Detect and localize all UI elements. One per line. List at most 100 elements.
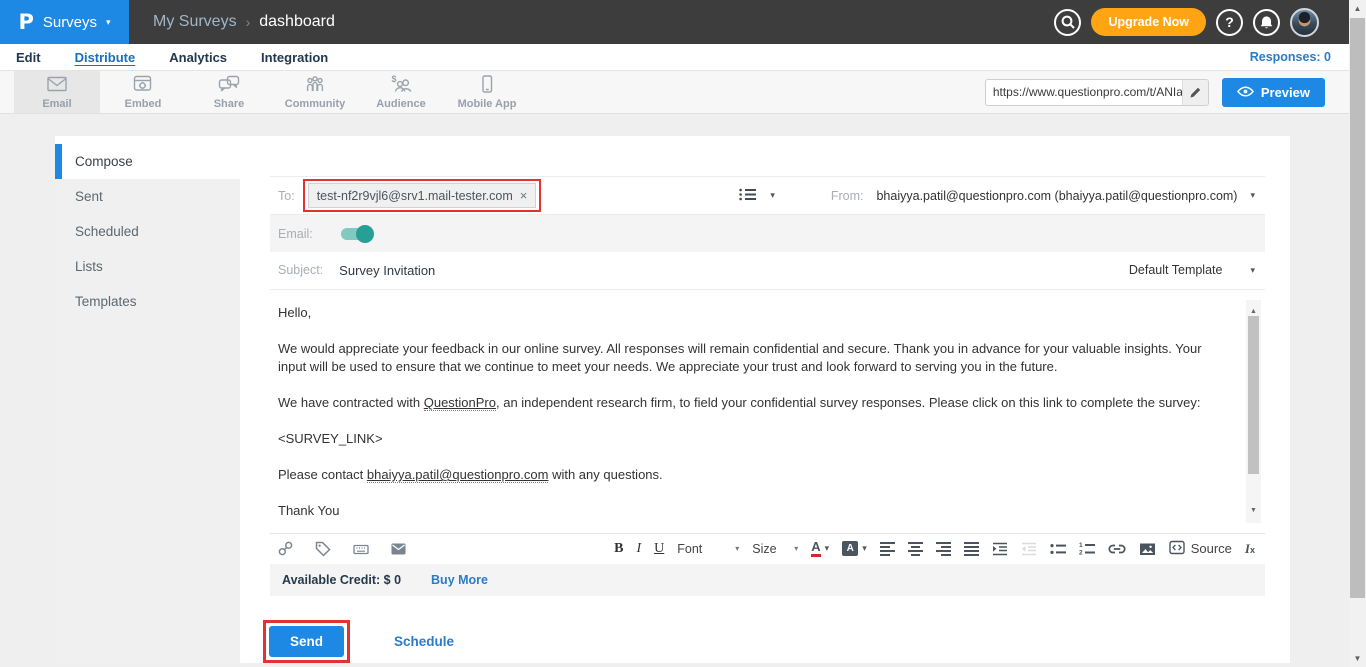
editor-insert-group xyxy=(278,541,406,557)
body-para2: We have contracted with QuestionPro, an … xyxy=(278,394,1231,412)
tab-label: Share xyxy=(214,98,245,110)
chevron-down-icon[interactable]: ▾ xyxy=(1250,190,1255,201)
remove-format-icon[interactable]: Ix xyxy=(1245,541,1255,557)
page: P Surveys ▾ My Surveys › dashboard Upgra… xyxy=(0,0,1349,667)
text-color-button[interactable]: A▾ xyxy=(811,540,829,557)
tab-audience[interactable]: $ Audience xyxy=(358,71,444,113)
tab-mobile-app[interactable]: Mobile App xyxy=(444,71,530,113)
from-label: From: xyxy=(831,189,864,203)
recipient-list-icon xyxy=(739,188,756,204)
sidebar-item-compose[interactable]: Compose xyxy=(55,144,240,179)
buy-more-link[interactable]: Buy More xyxy=(431,573,488,587)
help-icon[interactable]: ? xyxy=(1216,9,1243,36)
toolbar-right: https://www.questionpro.com/t/ANIa2Z Pre… xyxy=(985,71,1349,113)
nav-edit[interactable]: Edit xyxy=(16,50,41,65)
tab-label: Audience xyxy=(376,98,426,110)
chevron-down-icon: ▾ xyxy=(825,543,830,554)
align-right-icon[interactable] xyxy=(936,542,951,556)
underline-button[interactable]: U xyxy=(654,541,664,557)
chevron-down-icon: ▾ xyxy=(106,17,111,28)
page-scrollbar[interactable]: ▲ ▼ xyxy=(1349,0,1366,667)
contact-email-link[interactable]: bhaiyya.patil@questionpro.com xyxy=(367,467,549,483)
questionpro-link[interactable]: QuestionPro xyxy=(424,395,496,411)
tab-label: Email xyxy=(42,98,71,110)
font-dropdown[interactable]: Font▾ xyxy=(677,542,739,556)
italic-button[interactable]: I xyxy=(636,541,641,557)
svg-text:2: 2 xyxy=(1079,550,1083,556)
embed-icon xyxy=(132,75,154,96)
bell-icon[interactable] xyxy=(1253,9,1280,36)
email-template-icon[interactable] xyxy=(391,543,406,555)
tab-label: Community xyxy=(285,98,346,110)
tab-embed[interactable]: Embed xyxy=(100,71,186,113)
scroll-thumb[interactable] xyxy=(1248,316,1259,474)
sidebar-item-lists[interactable]: Lists xyxy=(55,249,240,284)
compose-form: To: test-nf2r9vjl6@srv1.mail-tester.com … xyxy=(240,136,1290,663)
align-center-icon[interactable] xyxy=(908,542,923,556)
indent-icon[interactable] xyxy=(992,542,1008,556)
body-scrollbar[interactable]: ▲ ▼ xyxy=(1246,300,1261,523)
survey-url[interactable]: https://www.questionpro.com/t/ANIa2Z xyxy=(986,85,1182,99)
breadcrumb-my-surveys[interactable]: My Surveys xyxy=(153,13,237,31)
tab-share[interactable]: Share xyxy=(186,71,272,113)
email-toggle[interactable] xyxy=(341,228,371,240)
responses-count[interactable]: Responses: 0 xyxy=(1250,50,1331,64)
avatar[interactable] xyxy=(1290,8,1319,37)
source-button[interactable]: Source xyxy=(1169,540,1232,558)
page-scroll-thumb[interactable] xyxy=(1350,18,1365,598)
preview-label: Preview xyxy=(1261,85,1310,100)
tab-email[interactable]: Email xyxy=(14,71,100,113)
numbered-list-icon[interactable]: 12 xyxy=(1079,542,1095,555)
preview-button[interactable]: Preview xyxy=(1222,78,1325,107)
recipient-chip[interactable]: test-nf2r9vjl6@srv1.mail-tester.com × xyxy=(308,183,537,208)
insert-survey-link-icon[interactable] xyxy=(278,541,293,556)
email-toggle-label: Email: xyxy=(278,227,313,241)
email-toggle-row: Email: xyxy=(270,215,1265,251)
upgrade-now-button[interactable]: Upgrade Now xyxy=(1091,8,1206,36)
sidebar-item-sent[interactable]: Sent xyxy=(55,179,240,214)
body-para1: We would appreciate your feedback in our… xyxy=(278,340,1231,376)
editor-format-group: B I U Font▾ Size▾ A▾ xyxy=(614,540,1255,558)
image-icon[interactable] xyxy=(1139,542,1156,556)
recipient-list-dropdown[interactable]: ▾ xyxy=(739,188,775,204)
size-dropdown[interactable]: Size▾ xyxy=(752,542,798,556)
justify-icon[interactable] xyxy=(964,542,979,556)
product-switcher[interactable]: P Surveys ▾ xyxy=(0,0,129,44)
nav-analytics[interactable]: Analytics xyxy=(169,50,227,65)
search-icon[interactable] xyxy=(1054,9,1081,36)
svg-text:$: $ xyxy=(392,75,397,84)
sidebar-item-scheduled[interactable]: Scheduled xyxy=(55,214,240,249)
remove-recipient-icon[interactable]: × xyxy=(520,188,528,203)
pencil-icon[interactable] xyxy=(1182,80,1208,105)
outdent-icon[interactable] xyxy=(1021,542,1037,556)
chevron-down-icon: ▾ xyxy=(770,190,775,201)
scroll-up-icon[interactable]: ▲ xyxy=(1349,4,1366,13)
to-row: To: test-nf2r9vjl6@srv1.mail-tester.com … xyxy=(270,176,1265,215)
insert-tag-icon[interactable] xyxy=(315,541,331,557)
available-credit: Available Credit: $ 0 xyxy=(282,573,401,587)
distribute-toolbar: Email Embed Share Community xyxy=(0,71,1349,114)
nav-integration[interactable]: Integration xyxy=(261,50,328,65)
schedule-link[interactable]: Schedule xyxy=(394,634,454,649)
breadcrumb: My Surveys › dashboard xyxy=(153,13,335,31)
keyboard-icon[interactable] xyxy=(353,542,369,556)
from-value[interactable]: bhaiyya.patil@questionpro.com (bhaiyya.p… xyxy=(876,189,1237,203)
template-dropdown[interactable]: Default Template ▾ xyxy=(1129,263,1255,277)
sidebar-spacer xyxy=(55,136,240,144)
scroll-down-icon[interactable]: ▼ xyxy=(1349,654,1366,663)
link-icon[interactable] xyxy=(1108,543,1126,555)
scroll-down-icon[interactable]: ▼ xyxy=(1246,502,1261,520)
survey-nav: Edit Distribute Analytics Integration Re… xyxy=(0,44,1349,71)
app-root: P Surveys ▾ My Surveys › dashboard Upgra… xyxy=(0,0,1366,667)
background-color-button[interactable]: A▾ xyxy=(842,541,867,556)
bullet-list-icon[interactable] xyxy=(1050,543,1066,555)
sidebar-item-templates[interactable]: Templates xyxy=(55,284,240,319)
align-left-icon[interactable] xyxy=(880,542,895,556)
subject-value[interactable]: Survey Invitation xyxy=(339,263,435,278)
tab-community[interactable]: Community xyxy=(272,71,358,113)
nav-distribute[interactable]: Distribute xyxy=(75,50,136,65)
body-para3: Please contact bhaiyya.patil@questionpro… xyxy=(278,466,1231,484)
email-body-editor[interactable]: Hello, We would appreciate your feedback… xyxy=(270,290,1265,533)
bold-button[interactable]: B xyxy=(614,541,623,557)
send-button[interactable]: Send xyxy=(269,626,344,657)
